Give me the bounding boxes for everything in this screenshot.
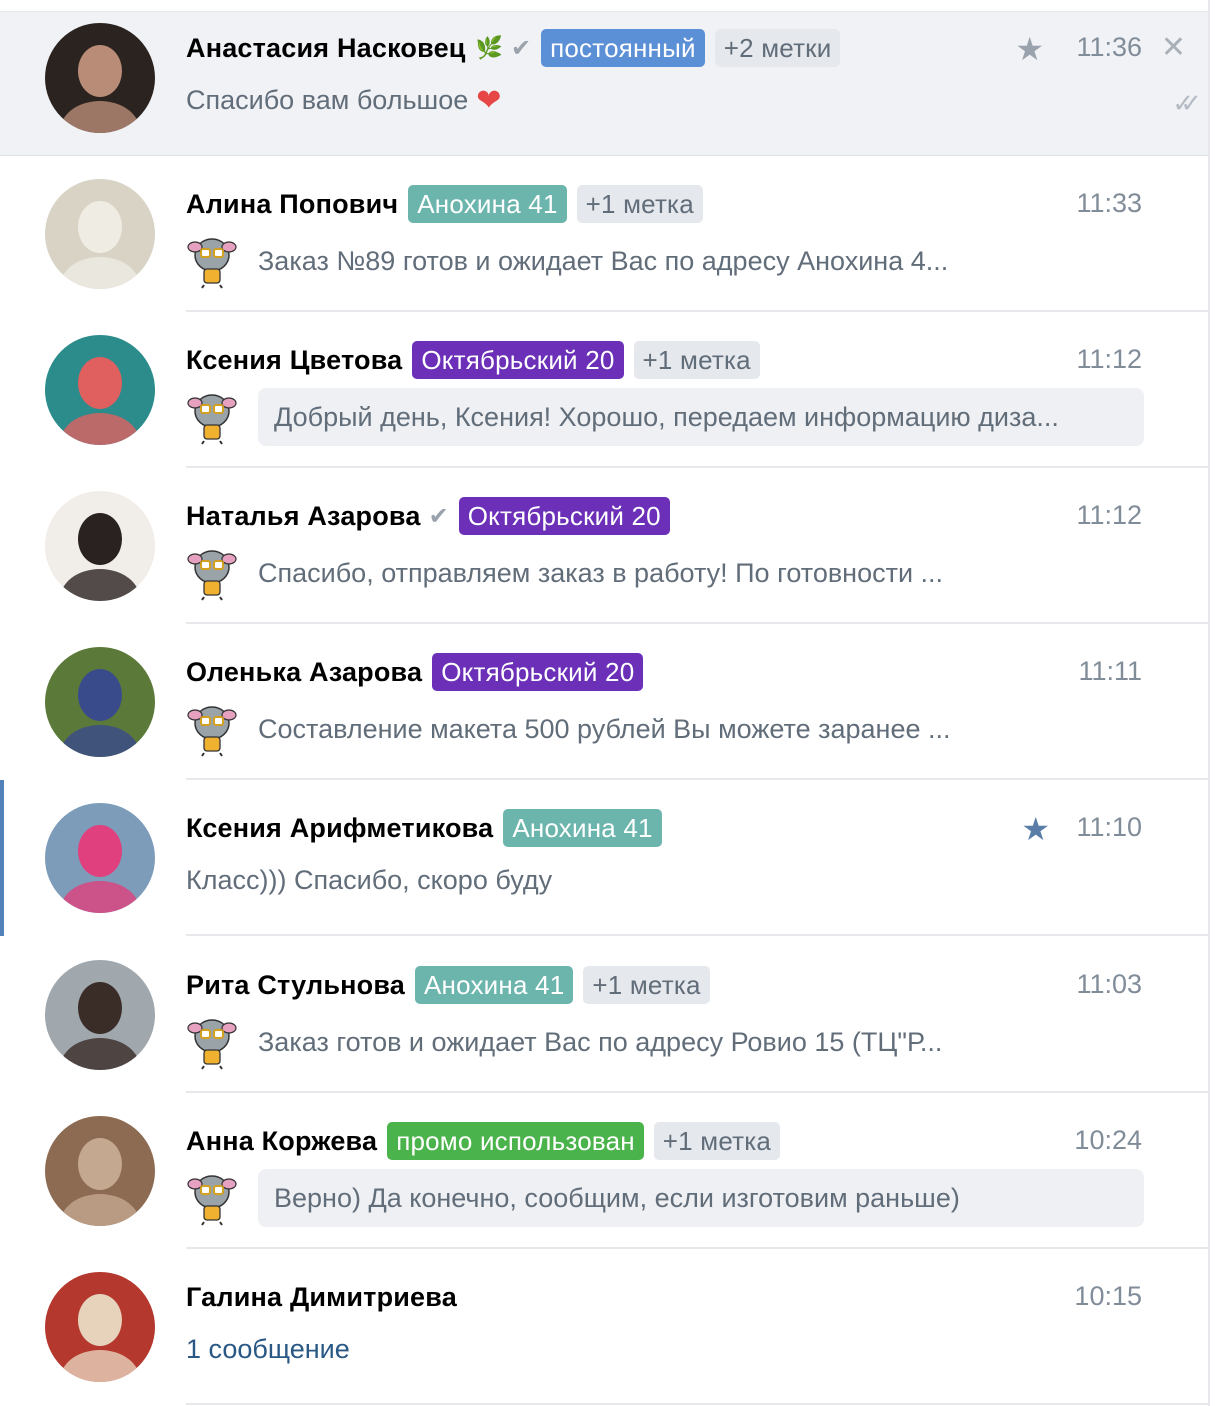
message-preview: Добрый день, Ксения! Хорошо, передаем ин…: [258, 388, 1144, 446]
contact-name[interactable]: Анна Коржева: [186, 1126, 377, 1157]
mascot-sticker-icon: [187, 706, 237, 757]
chat-row[interactable]: Алина Попович Анохина 41 +1 метка 11:33 Зака…: [0, 156, 1208, 312]
mascot-sticker-icon: [187, 394, 237, 445]
avatar[interactable]: [45, 803, 155, 913]
avatar[interactable]: [45, 491, 155, 601]
message-time: 10:15: [1074, 1281, 1142, 1311]
chat-row[interactable]: Анна Коржева промо использован +1 метка 10:…: [0, 1093, 1208, 1249]
check-icon: ✔: [511, 34, 532, 62]
message-time: 11:03: [1076, 969, 1142, 999]
chat-tag[interactable]: Анохина 41: [503, 809, 662, 847]
avatar[interactable]: [45, 23, 155, 133]
message-time: 11:11: [1078, 656, 1142, 686]
chat-tag[interactable]: Октябрьский 20: [412, 341, 624, 379]
chat-row[interactable]: Оленька Азарова Октябрьский 20 11:11 Состав…: [0, 624, 1208, 780]
contact-name[interactable]: Анастасия Насковец: [186, 33, 466, 64]
chat-list: Анастасия Насковец 🌿 ✔ постоянный +2 метки 11…: [0, 0, 1210, 1406]
divider: [186, 934, 1208, 936]
avatar[interactable]: [45, 960, 155, 1070]
star-icon[interactable]: ★: [1021, 810, 1050, 848]
message-preview: Верно) Да конечно, сообщим, если изготов…: [258, 1169, 1144, 1227]
more-tags-badge[interactable]: +1 метка: [633, 341, 760, 379]
unread-count-link[interactable]: 1 сообщение: [186, 1334, 350, 1365]
message-time: 11:12: [1076, 344, 1142, 374]
close-icon[interactable]: ✕: [1161, 30, 1186, 65]
contact-name[interactable]: Наталья Азарова: [186, 501, 421, 532]
chat-tag[interactable]: промо использован: [387, 1122, 644, 1160]
heart-icon: ❤: [476, 83, 502, 117]
chat-row[interactable]: Ксения Цветова Октябрьский 20 +1 метка 11:1…: [0, 312, 1208, 468]
message-time: 10:24: [1074, 1125, 1142, 1155]
chat-row[interactable]: Галина Димитриева 10:15 1 сообщение: [0, 1249, 1208, 1405]
message-preview: Спасибо вам большое: [186, 84, 469, 115]
message-preview: Заказ №89 готов и ожидает Вас по адресу …: [258, 245, 949, 276]
mascot-sticker-icon: [187, 1175, 237, 1226]
avatar[interactable]: [45, 1116, 155, 1226]
chat-row[interactable]: Ксения Арифметикова Анохина 41 11:10 ★ Класс…: [0, 780, 1208, 936]
mascot-sticker-icon: [187, 238, 237, 289]
chat-tag[interactable]: Анохина 41: [408, 185, 567, 223]
avatar[interactable]: [45, 647, 155, 757]
more-tags-badge[interactable]: +1 метка: [583, 966, 710, 1004]
leaf-icon: 🌿: [475, 35, 503, 60]
more-tags-badge[interactable]: +1 метка: [576, 185, 703, 223]
message-preview: Спасибо, отправляем заказ в работу! По г…: [258, 557, 944, 588]
divider: [186, 1403, 1208, 1405]
chat-tag[interactable]: постоянный: [541, 29, 705, 67]
chat-tag[interactable]: Октябрьский 20: [432, 653, 644, 691]
message-preview: Составление макета 500 рублей Вы можете …: [258, 713, 951, 744]
avatar[interactable]: [45, 335, 155, 445]
more-tags-badge[interactable]: +2 метки: [714, 29, 841, 67]
message-preview: Класс))) Спасибо, скоро буду: [186, 864, 553, 895]
chat-tag[interactable]: Анохина 41: [415, 966, 574, 1004]
divider: [0, 0, 1210, 12]
check-icon: ✔: [428, 502, 449, 530]
contact-name[interactable]: Оленька Азарова: [186, 657, 422, 688]
contact-name[interactable]: Алина Попович: [186, 189, 398, 220]
double-check-icon: ✓✓: [1172, 88, 1201, 118]
message-time: 11:12: [1076, 500, 1142, 530]
mascot-sticker-icon: [187, 550, 237, 601]
chat-tag[interactable]: Октябрьский 20: [458, 497, 670, 535]
chat-row[interactable]: Анастасия Насковец 🌿 ✔ постоянный +2 метки 11…: [0, 12, 1208, 156]
avatar[interactable]: [45, 179, 155, 289]
star-icon[interactable]: ★: [1015, 30, 1044, 68]
contact-name[interactable]: Ксения Цветова: [186, 345, 402, 376]
message-time: 11:36: [1076, 32, 1142, 62]
contact-name[interactable]: Галина Димитриева: [186, 1282, 457, 1313]
mascot-sticker-icon: [187, 1019, 237, 1070]
chat-row[interactable]: Рита Стульнова Анохина 41 +1 метка 11:03 Зак…: [0, 937, 1208, 1093]
message-preview: Заказ готов и ожидает Вас по адресу Рови…: [258, 1026, 943, 1057]
message-time: 11:33: [1076, 188, 1142, 218]
contact-name[interactable]: Ксения Арифметикова: [186, 813, 493, 844]
message-time: 11:10: [1076, 812, 1142, 842]
avatar[interactable]: [45, 1272, 155, 1382]
contact-name[interactable]: Рита Стульнова: [186, 970, 405, 1001]
more-tags-badge[interactable]: +1 метка: [653, 1122, 781, 1160]
chat-row[interactable]: Наталья Азарова ✔ Октябрьский 20 11:12 Спаси…: [0, 468, 1208, 624]
